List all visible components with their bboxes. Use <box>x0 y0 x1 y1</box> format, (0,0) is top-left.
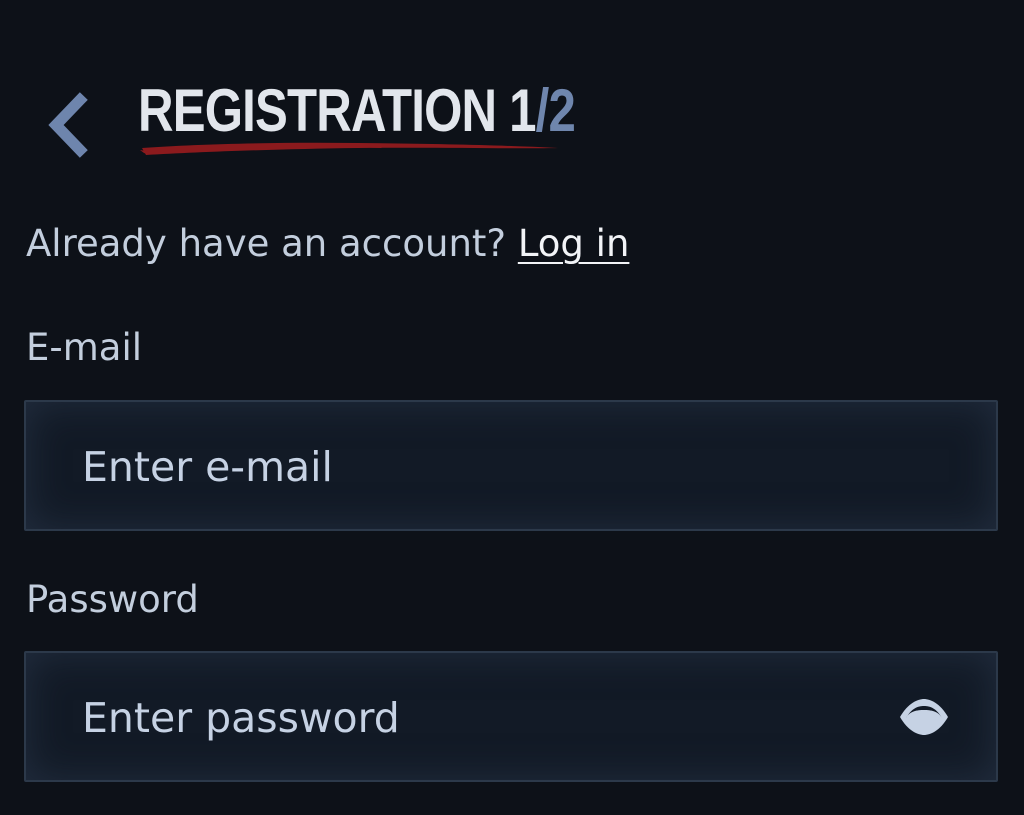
title-brush-underline <box>140 142 558 155</box>
show-password-button[interactable] <box>898 697 950 737</box>
login-link[interactable]: Log in <box>518 222 630 265</box>
login-prompt-text: Already have an account? <box>26 222 507 265</box>
email-input[interactable] <box>80 402 904 531</box>
back-button[interactable] <box>40 92 100 158</box>
email-field[interactable] <box>24 400 998 531</box>
header: REGISTRATION 1/2 <box>0 70 1024 170</box>
login-prompt: Already have an account? Log in <box>26 222 629 265</box>
eye-icon <box>900 699 948 735</box>
password-input[interactable] <box>80 653 904 782</box>
password-label: Password <box>26 578 199 621</box>
password-field[interactable] <box>24 651 998 782</box>
email-label: E-mail <box>26 326 143 369</box>
chevron-left-icon <box>48 92 88 158</box>
page-title: REGISTRATION 1/2 <box>138 76 671 166</box>
